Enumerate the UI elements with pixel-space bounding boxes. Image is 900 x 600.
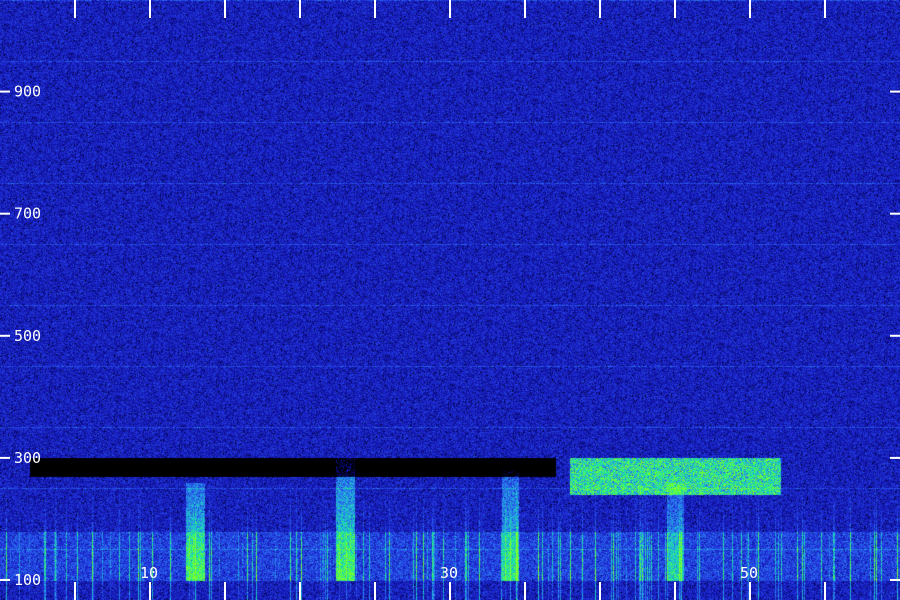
y-tick-label-100: 100 [14, 571, 41, 589]
y-tick-label-900: 900 [14, 83, 41, 101]
x-tick-label-50: 50 [740, 564, 758, 582]
axis-ticks [0, 0, 900, 600]
axis-tick-labels: 100 300 500 700 900 10 30 50 [14, 83, 758, 589]
y-tick-label-300: 300 [14, 449, 41, 467]
x-tick-label-10: 10 [140, 564, 158, 582]
x-tick-label-30: 30 [440, 564, 458, 582]
axis-overlay: 100 300 500 700 900 10 30 50 [0, 0, 900, 600]
y-tick-label-500: 500 [14, 327, 41, 345]
y-tick-label-700: 700 [14, 205, 41, 223]
spectrogram-chart: 100 300 500 700 900 10 30 50 [0, 0, 900, 600]
